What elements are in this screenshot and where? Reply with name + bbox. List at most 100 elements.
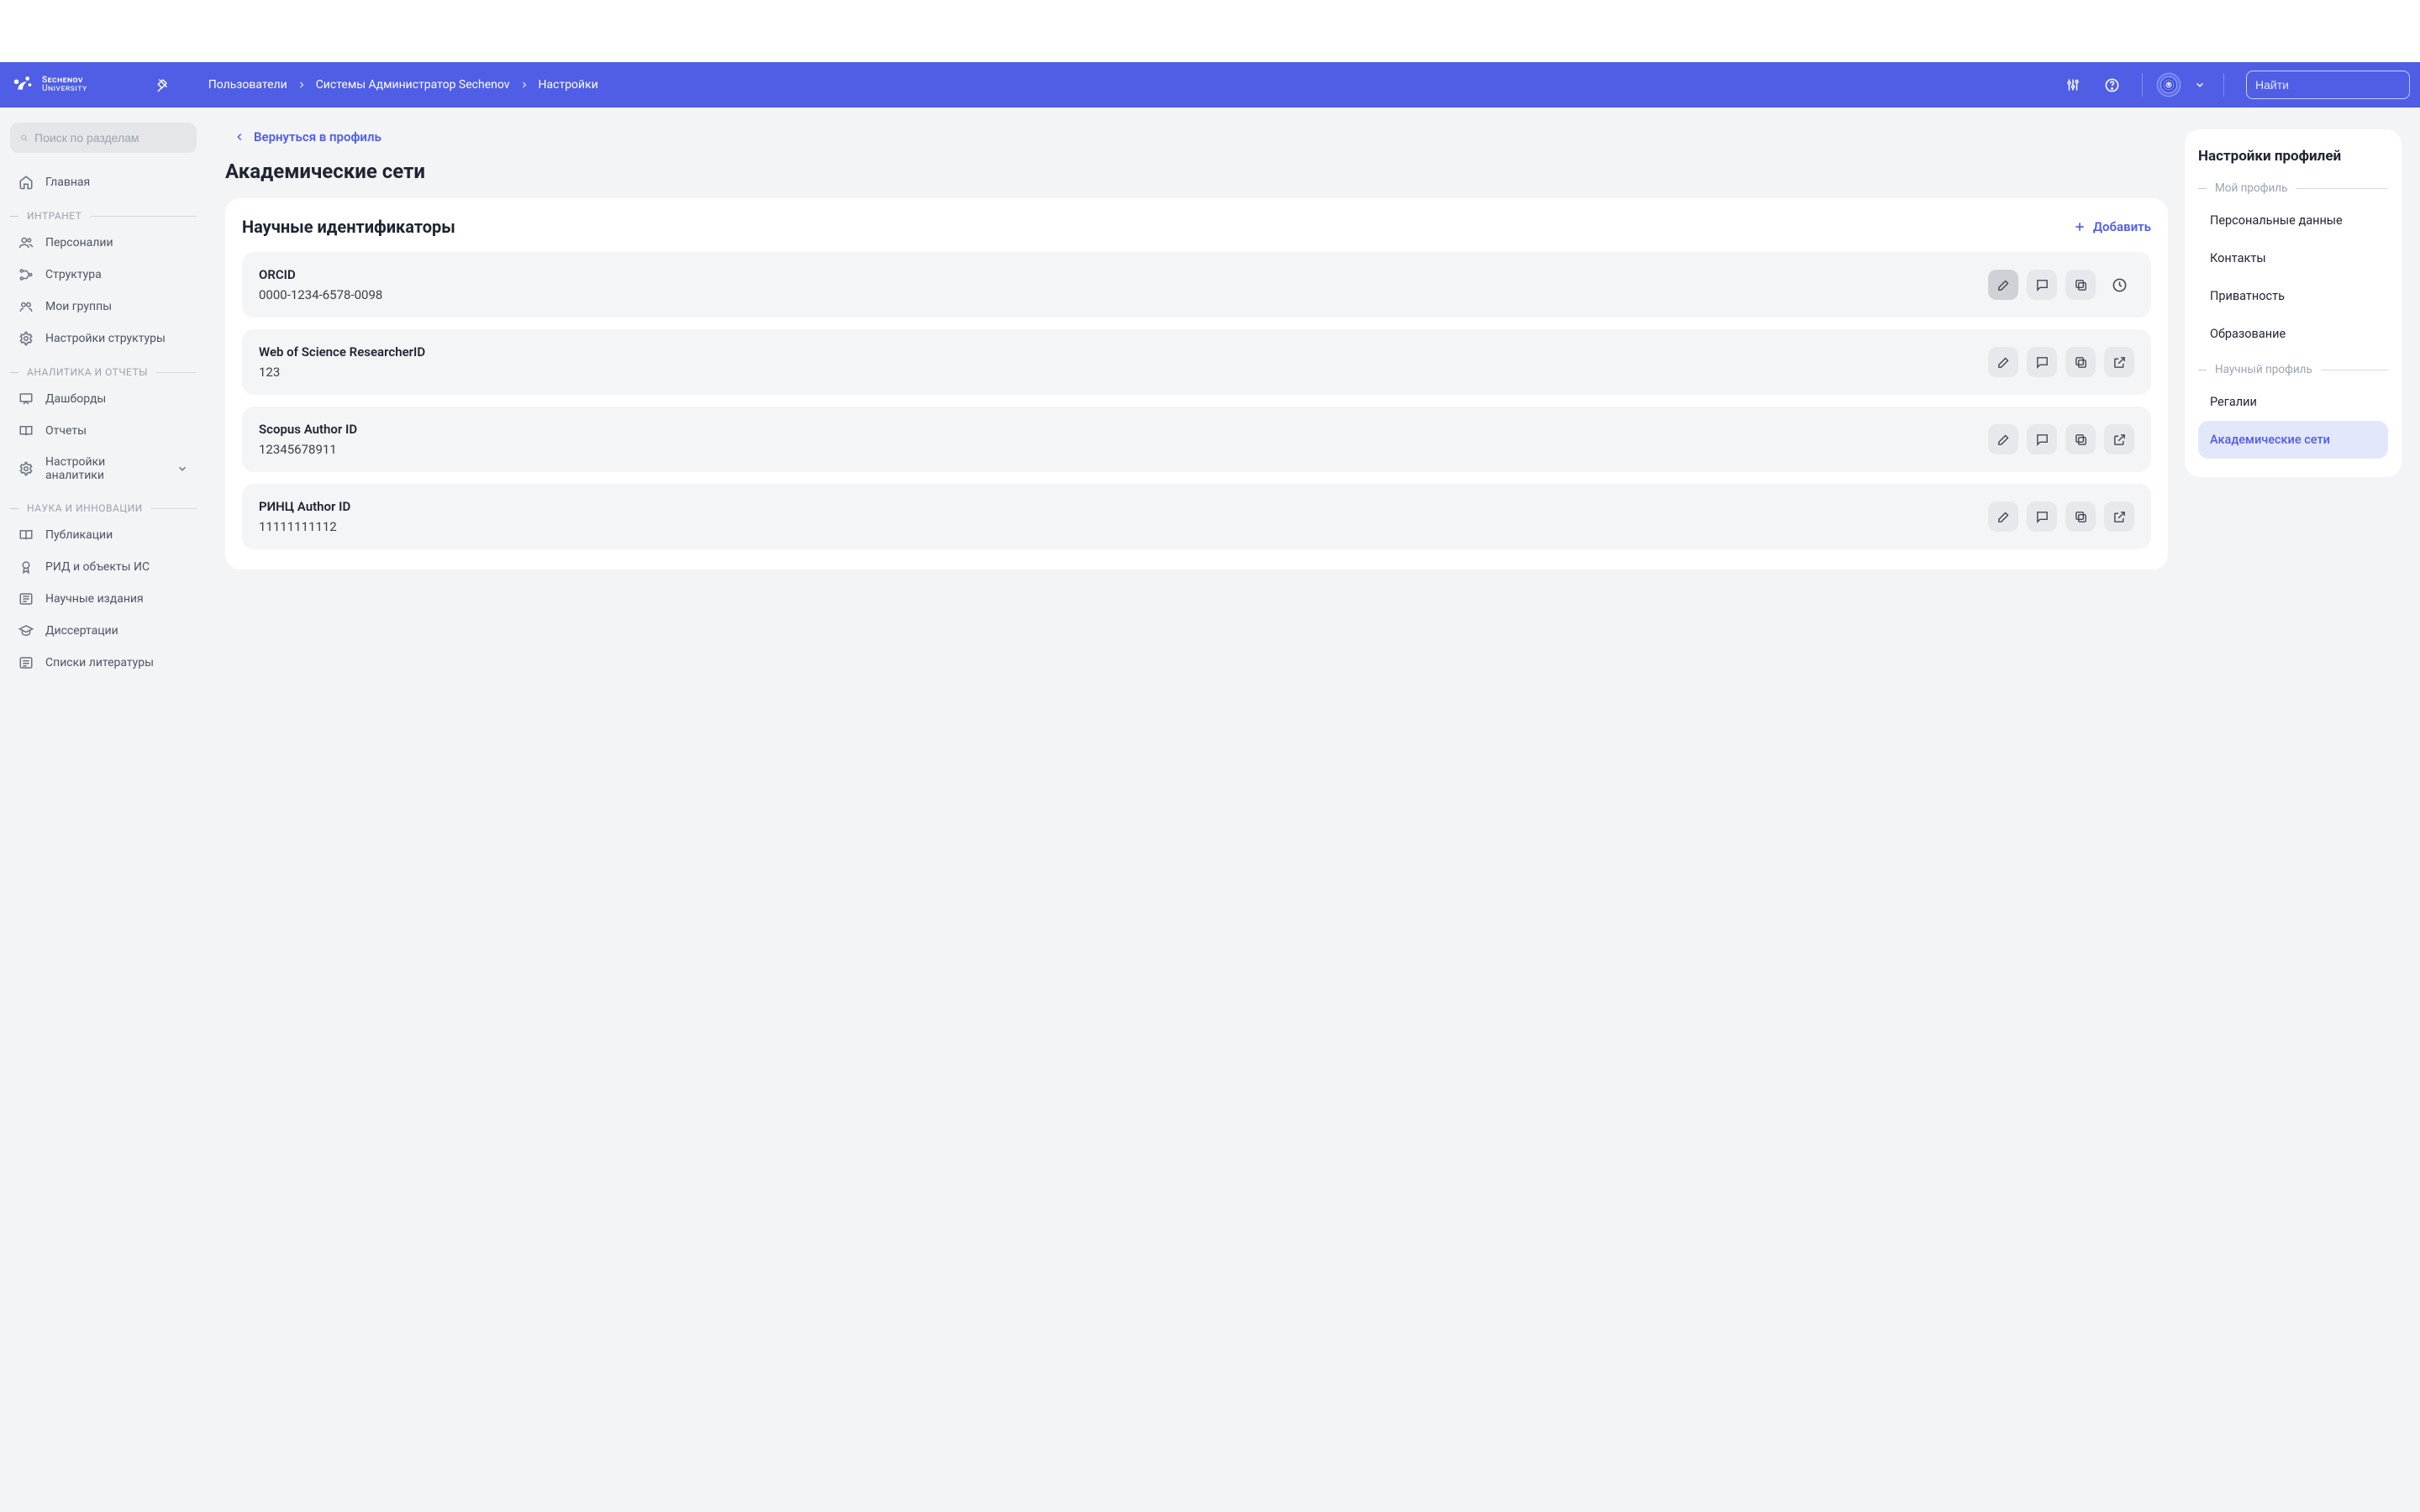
page-title: Академические сети: [225, 160, 2168, 183]
sidebar-item-label: Научные издания: [45, 592, 144, 606]
edit-button[interactable]: [1988, 424, 2018, 454]
pin-sidebar-button[interactable]: [146, 70, 176, 100]
sidebar-item-label: Персоналии: [45, 236, 113, 249]
sidebar-item-home[interactable]: Главная: [10, 166, 197, 198]
sidebar-group-intranet: ИНТРАНЕТ: [10, 210, 197, 222]
copy-icon: [2074, 278, 2088, 292]
identifier-texts: ORCID0000-1234-6578-0098: [259, 267, 1978, 302]
identifier-actions: [1988, 270, 2134, 300]
identifier-value: 123: [259, 365, 1978, 380]
identifier-row: Scopus Author ID 12345678911: [242, 407, 2151, 472]
open-external-button[interactable]: [2104, 347, 2134, 377]
sidebar-item-publications[interactable]: Публикации: [10, 519, 197, 551]
sidebar-item-bibliography[interactable]: Списки литературы: [10, 647, 197, 679]
avatar[interactable]: [2156, 72, 2181, 97]
sliders-icon: [2065, 77, 2081, 92]
structure-icon: [18, 267, 34, 282]
sidebar-item-label: Настройки аналитики: [45, 455, 165, 482]
sidebar-group-label: АНАЛИТИКА И ОТЧЕТЫ: [27, 366, 148, 378]
comment-button[interactable]: [2027, 347, 2057, 377]
card-title: Научные идентификаторы: [242, 217, 455, 237]
chevron-right-icon: [518, 79, 530, 91]
identifier-value: 12345678911: [259, 442, 1978, 457]
add-identifier-button[interactable]: Добавить: [2073, 219, 2151, 234]
comment-button[interactable]: [2027, 501, 2057, 532]
history-button[interactable]: [2104, 270, 2134, 300]
pencil-icon: [1996, 510, 2011, 524]
sidebar-item-label: Диссертации: [45, 624, 118, 638]
copy-button[interactable]: [2065, 270, 2096, 300]
award-icon: [18, 559, 34, 575]
global-search[interactable]: [2246, 71, 2410, 99]
back-to-profile-link[interactable]: Вернуться в профиль: [225, 129, 381, 144]
plus-icon: [2073, 220, 2086, 234]
copy-icon: [2074, 433, 2088, 447]
right-nav-item[interactable]: Академические сети: [2198, 421, 2388, 459]
comment-button[interactable]: [2027, 270, 2057, 300]
sidebar-item-dissertations[interactable]: Диссертации: [10, 615, 197, 647]
help-button[interactable]: [2095, 68, 2128, 102]
copy-icon: [2074, 510, 2088, 524]
copy-button[interactable]: [2065, 501, 2096, 532]
right-nav-item[interactable]: Контакты: [2198, 239, 2388, 277]
comment-icon: [2035, 278, 2049, 292]
copy-button[interactable]: [2065, 347, 2096, 377]
breadcrumb: Пользователи Системы Администратор Seche…: [208, 78, 598, 92]
account-menu-toggle[interactable]: [2190, 68, 2210, 102]
pencil-icon: [1996, 433, 2011, 447]
right-nav-item[interactable]: Персональные данные: [2198, 202, 2388, 239]
identifiers-list: ORCID0000-1234-6578-0098 Web of Science R…: [242, 252, 2151, 549]
sidebar-item-label: Публикации: [45, 528, 113, 542]
open-external-button[interactable]: [2104, 424, 2134, 454]
right-nav-item[interactable]: Приватность: [2198, 277, 2388, 315]
external-link-icon: [2112, 355, 2127, 370]
sidebar-item-scientific-editions[interactable]: Научные издания: [10, 583, 197, 615]
comment-icon: [2035, 355, 2049, 370]
identifier-row: Web of Science ResearcherID123: [242, 329, 2151, 395]
comment-button[interactable]: [2027, 424, 2057, 454]
sidebar-item-label: Списки литературы: [45, 656, 154, 669]
right-nav-item[interactable]: Образование: [2198, 315, 2388, 353]
sidebar-item-structure[interactable]: Структура: [10, 259, 197, 291]
identifier-texts: РИНЦ Author ID11111111112: [259, 499, 1978, 534]
brand[interactable]: Sechenov University: [10, 72, 97, 97]
sidebar-item-mygroups[interactable]: Мои группы: [10, 291, 197, 323]
chevron-down-icon: [176, 463, 188, 475]
settings-sliders-button[interactable]: [2056, 68, 2090, 102]
breadcrumb-item-1[interactable]: Системы Администратор Sechenov: [316, 78, 510, 92]
sidebar-item-dashboards[interactable]: Дашборды: [10, 383, 197, 415]
edit-button[interactable]: [1988, 347, 2018, 377]
sidebar-search[interactable]: [10, 123, 197, 153]
help-icon: [2104, 77, 2120, 93]
pin-icon: [154, 77, 169, 92]
breadcrumb-item-0[interactable]: Пользователи: [208, 78, 287, 92]
shell: Главная ИНТРАНЕТ Персоналии Структура Мо…: [0, 108, 2420, 1512]
open-external-button[interactable]: [2104, 501, 2134, 532]
right-nav-item[interactable]: Регалии: [2198, 383, 2388, 421]
global-search-input[interactable]: [2255, 78, 2407, 92]
sidebar-item-label: Дашборды: [45, 392, 106, 406]
external-link-icon: [2112, 433, 2127, 447]
sidebar-item-analytics-settings[interactable]: Настройки аналитики: [10, 447, 197, 491]
copy-button[interactable]: [2065, 424, 2096, 454]
sidebar-item-label: РИД и объекты ИС: [45, 560, 150, 574]
identifier-actions: [1988, 347, 2134, 377]
sidebar-item-personalii[interactable]: Персоналии: [10, 227, 197, 259]
sidebar: Главная ИНТРАНЕТ Персоналии Структура Мо…: [0, 108, 207, 1512]
sidebar-search-input[interactable]: [34, 131, 187, 144]
breadcrumb-item-2[interactable]: Настройки: [539, 78, 598, 92]
comment-icon: [2035, 510, 2049, 524]
sidebar-item-reports[interactable]: Отчеты: [10, 415, 197, 447]
pencil-icon: [1996, 278, 2011, 292]
identifier-name: Scopus Author ID: [259, 422, 1978, 437]
sidebar-group-label: НАУКА И ИННОВАЦИИ: [27, 502, 143, 514]
sidebar-item-label: Главная: [45, 176, 90, 189]
sidebar-item-rid[interactable]: РИД и объекты ИС: [10, 551, 197, 583]
add-button-label: Добавить: [2093, 219, 2151, 234]
card-header: Научные идентификаторы Добавить: [242, 217, 2151, 237]
sidebar-item-structure-settings[interactable]: Настройки структуры: [10, 323, 197, 354]
edit-button[interactable]: [1988, 501, 2018, 532]
home-icon: [18, 175, 34, 190]
edit-button[interactable]: [1988, 270, 2018, 300]
identifier-name: РИНЦ Author ID: [259, 499, 1978, 514]
